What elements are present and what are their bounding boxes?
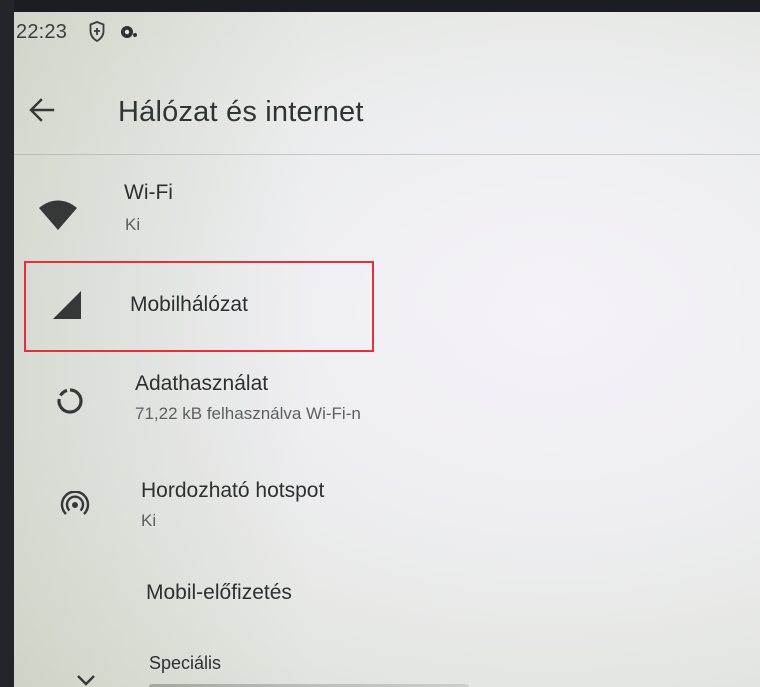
device-screen: 22:23 Hálózat és internet Wi-Fi Ki Mobil… <box>14 12 760 687</box>
list-item-advanced[interactable]: Speciális <box>14 644 760 687</box>
list-item-subtitle: Ki <box>125 215 141 234</box>
back-button[interactable] <box>24 92 60 128</box>
expand-icon <box>77 675 95 686</box>
list-item-wifi[interactable]: Wi-Fi Ki <box>14 167 760 257</box>
device-bezel-top <box>0 0 760 12</box>
app-bar-divider <box>14 154 760 155</box>
list-item-title: Adathasználat <box>135 372 269 395</box>
list-item-subtitle: 71,22 kB felhasználva Wi-Fi-n <box>135 404 361 423</box>
list-item-hotspot[interactable]: Hordozható hotspot Ki <box>14 467 760 559</box>
signal-icon <box>53 291 81 319</box>
list-item-mobile-plan[interactable]: Mobil-előfizetés <box>14 564 760 644</box>
list-item-title: Speciális <box>149 653 222 673</box>
list-item-subtitle: Ki <box>141 511 157 530</box>
record-icon <box>121 26 137 38</box>
arrow-back-icon <box>29 98 55 122</box>
wifi-icon <box>39 200 77 230</box>
list-item-title: Wi-Fi <box>124 181 173 204</box>
list-item-data-usage[interactable]: Adathasználat 71,22 kB felhasználva Wi-F… <box>14 360 760 452</box>
hotspot-icon <box>60 491 90 515</box>
status-time: 22:23 <box>16 21 68 43</box>
list-item-title: Mobilhálózat <box>130 293 248 316</box>
list-item-title: Hordozható hotspot <box>141 479 325 502</box>
list-item-title: Mobil-előfizetés <box>146 581 292 604</box>
page-title: Hálózat és internet <box>118 96 364 128</box>
status-bar: 22:23 <box>14 12 760 50</box>
data-usage-icon <box>57 388 83 414</box>
app-bar: Hálózat és internet <box>14 64 760 154</box>
photo-frame: 22:23 Hálózat és internet Wi-Fi Ki Mobil… <box>0 0 760 687</box>
list-item-mobile-network[interactable]: Mobilhálózat <box>14 262 760 350</box>
shield-icon <box>89 21 105 42</box>
device-bezel-left <box>0 0 14 687</box>
